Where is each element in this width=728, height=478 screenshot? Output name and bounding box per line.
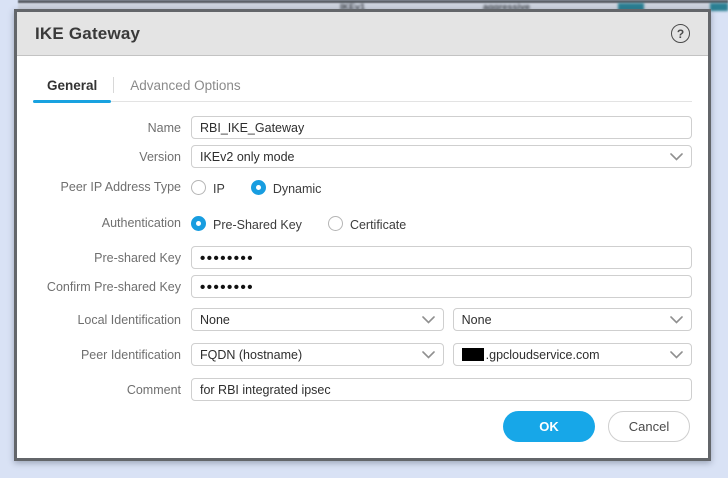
confirm-pre-shared-key-label: Confirm Pre-shared Key bbox=[33, 280, 191, 294]
local-identification-row: Local Identification None None bbox=[33, 308, 692, 331]
name-label: Name bbox=[33, 121, 191, 135]
peer-identification-label: Peer Identification bbox=[33, 348, 191, 362]
tab-divider bbox=[113, 77, 114, 93]
radio-label: Certificate bbox=[350, 215, 406, 232]
radio-option-ip[interactable]: IP bbox=[191, 179, 225, 196]
peer-identification-type-value: FQDN (hostname) bbox=[200, 348, 302, 362]
radio-selected-icon[interactable] bbox=[191, 216, 206, 231]
dialog-title: IKE Gateway bbox=[35, 24, 140, 44]
comment-input[interactable] bbox=[191, 378, 692, 401]
cancel-button[interactable]: Cancel bbox=[608, 411, 690, 442]
radio-label: IP bbox=[213, 179, 225, 196]
ike-gateway-dialog: IKE Gateway ? General Advanced Options N… bbox=[14, 9, 711, 461]
local-identification-value: None bbox=[462, 313, 492, 327]
version-select[interactable]: IKEv2 only mode bbox=[191, 145, 692, 168]
peer-identification-row: Peer Identification FQDN (hostname) .gpc… bbox=[33, 343, 692, 366]
pre-shared-key-row: Pre-shared Key bbox=[33, 246, 692, 269]
pre-shared-key-label: Pre-shared Key bbox=[33, 251, 191, 265]
name-input[interactable] bbox=[191, 116, 692, 139]
local-identification-value-select[interactable]: None bbox=[453, 308, 692, 331]
confirm-pre-shared-key-row: Confirm Pre-shared Key bbox=[33, 275, 692, 298]
pre-shared-key-input[interactable] bbox=[191, 246, 692, 269]
peer-ip-address-type-label: Peer IP Address Type bbox=[33, 180, 191, 194]
tab-general[interactable]: General bbox=[33, 74, 111, 101]
version-value: IKEv2 only mode bbox=[200, 150, 295, 164]
peer-identification-value: .gpcloudservice.com bbox=[462, 348, 600, 362]
radio-label: Dynamic bbox=[273, 179, 322, 196]
tab-bar: General Advanced Options bbox=[33, 74, 692, 102]
dialog-titlebar: IKE Gateway ? bbox=[17, 12, 708, 56]
local-identification-type-value: None bbox=[200, 313, 230, 327]
confirm-pre-shared-key-input[interactable] bbox=[191, 275, 692, 298]
radio-option-dynamic[interactable]: Dynamic bbox=[251, 179, 322, 196]
redaction-box bbox=[462, 348, 484, 361]
chevron-down-icon bbox=[670, 153, 683, 161]
radio-unselected-icon[interactable] bbox=[328, 216, 343, 231]
authentication-label: Authentication bbox=[33, 216, 191, 230]
local-identification-type-select[interactable]: None bbox=[191, 308, 444, 331]
peer-identification-domain: .gpcloudservice.com bbox=[486, 348, 600, 362]
help-icon[interactable]: ? bbox=[671, 24, 690, 43]
radio-option-pre-shared-key[interactable]: Pre-Shared Key bbox=[191, 215, 302, 232]
chevron-down-icon bbox=[422, 351, 435, 359]
radio-label: Pre-Shared Key bbox=[213, 215, 302, 232]
radio-unselected-icon[interactable] bbox=[191, 180, 206, 195]
comment-row: Comment bbox=[33, 378, 692, 401]
chevron-down-icon bbox=[422, 316, 435, 324]
version-row: Version IKEv2 only mode bbox=[33, 145, 692, 168]
peer-identification-value-select[interactable]: .gpcloudservice.com bbox=[453, 343, 692, 366]
authentication-row: Authentication Pre-Shared Key Certificat… bbox=[33, 210, 692, 236]
tab-advanced-options[interactable]: Advanced Options bbox=[116, 74, 254, 101]
peer-ip-address-type-row: Peer IP Address Type IP Dynamic bbox=[33, 174, 692, 200]
peer-identification-type-select[interactable]: FQDN (hostname) bbox=[191, 343, 444, 366]
dialog-footer: OK Cancel bbox=[17, 411, 708, 458]
peer-ip-address-type-radio-group: IP Dynamic bbox=[191, 179, 321, 196]
authentication-radio-group: Pre-Shared Key Certificate bbox=[191, 215, 406, 232]
local-identification-label: Local Identification bbox=[33, 313, 191, 327]
radio-selected-icon[interactable] bbox=[251, 180, 266, 195]
general-form: Name Version IKEv2 only mode Peer IP Add… bbox=[17, 102, 708, 407]
radio-option-certificate[interactable]: Certificate bbox=[328, 215, 406, 232]
version-label: Version bbox=[33, 150, 191, 164]
chevron-down-icon bbox=[670, 351, 683, 359]
background-table-cell bbox=[710, 3, 728, 11]
ok-button[interactable]: OK bbox=[503, 411, 595, 442]
chevron-down-icon bbox=[670, 316, 683, 324]
name-row: Name bbox=[33, 116, 692, 139]
comment-label: Comment bbox=[33, 383, 191, 397]
